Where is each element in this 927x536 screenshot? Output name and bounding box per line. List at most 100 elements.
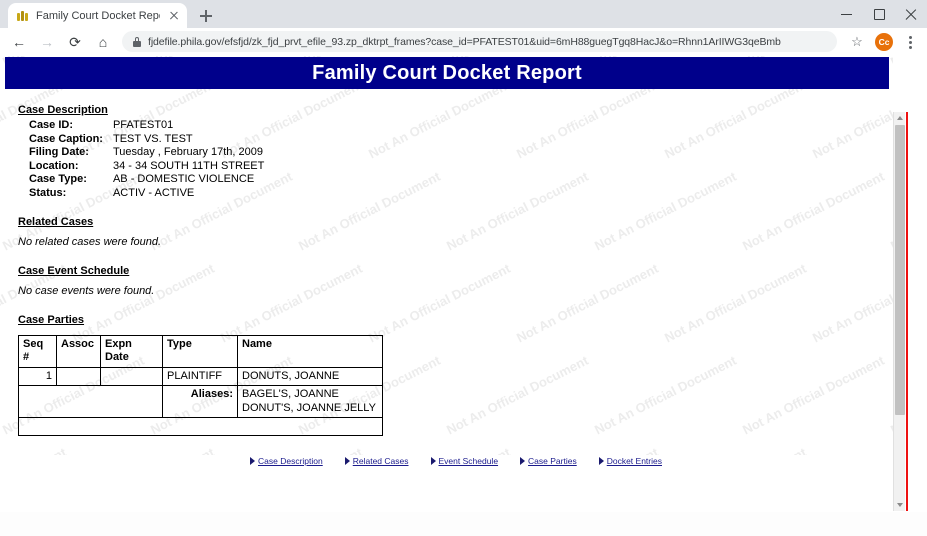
case-description-value: ACTIV - ACTIVE xyxy=(112,186,195,199)
scrollbar-thumb[interactable] xyxy=(895,125,905,415)
table-row-blank xyxy=(18,417,383,437)
browser-tab-active[interactable]: Family Court Docket Report - No xyxy=(8,3,187,28)
footer-link-docket-entries[interactable]: Docket Entries xyxy=(598,456,662,466)
case-parties-heading: Case Parties xyxy=(18,314,85,326)
alias-item: BAGEL'S, JOANNE xyxy=(242,388,339,401)
column-header: Expn Date xyxy=(100,335,163,368)
footer-link-event-schedule[interactable]: Event Schedule xyxy=(430,456,499,466)
case-description-row: Case Caption: TEST VS. TEST xyxy=(29,133,264,147)
tab-strip-left-padding xyxy=(0,0,8,28)
report-banner: Family Court Docket Report xyxy=(5,57,889,89)
case-description-label: Status: xyxy=(29,186,67,199)
case-description-value: TEST VS. TEST xyxy=(112,132,193,145)
triangle-bullet-icon xyxy=(598,457,604,465)
case-description-label: Case ID: xyxy=(29,119,74,131)
desktop-background-inner xyxy=(0,512,927,536)
lock-icon xyxy=(133,36,141,47)
related-cases-heading: Related Cases xyxy=(18,216,94,228)
triangle-bullet-icon xyxy=(520,457,526,465)
footer-link-label[interactable]: Case Description xyxy=(258,456,323,466)
case-parties-table: Seq # Assoc Expn Date Type Name 1 PLAINTIFF DO… xyxy=(18,335,383,437)
address-bar[interactable]: fjdefile.phila.gov/efsfjd/zk_fjd_prvt_ef… xyxy=(122,31,837,52)
related-cases-section: Related Cases No related cases were foun… xyxy=(18,216,878,248)
related-cases-empty-message: No related cases were found. xyxy=(18,236,162,248)
table-header-row: Seq # Assoc Expn Date Type Name xyxy=(18,335,383,368)
viewport-right-filler xyxy=(908,112,927,511)
footer-link-case-parties[interactable]: Case Parties xyxy=(520,456,577,466)
page-content: Family Court Docket Report Case Descript… xyxy=(0,56,893,455)
case-description-row: Location: 34 - 34 SOUTH 11TH STREET xyxy=(29,160,264,174)
avatar[interactable]: Cc xyxy=(875,32,893,51)
document-body: Case Description Case ID: PFATEST01 Case C… xyxy=(18,104,878,437)
cell-assoc xyxy=(56,366,101,387)
case-parties-section: Case Parties Seq # Assoc Expn Date Type Name… xyxy=(18,314,878,437)
aliases-spacer-cell xyxy=(18,385,163,419)
recording-border xyxy=(906,112,908,511)
footer-link-label[interactable]: Docket Entries xyxy=(607,456,662,466)
case-description-section: Case Description Case ID: PFATEST01 Case C… xyxy=(18,104,878,200)
scroll-up-arrow-icon[interactable] xyxy=(894,112,906,124)
case-description-value: Tuesday , February 17th, 2009 xyxy=(112,146,263,158)
aliases-values: BAGEL'S, JOANNE DONUT'S, JOANNE JELLY xyxy=(237,385,383,419)
maximize-icon[interactable] xyxy=(863,0,895,28)
case-description-label: Case Caption: xyxy=(29,132,103,145)
case-description-label: Location: xyxy=(29,159,79,172)
case-description-row: Filing Date: Tuesday , February 17th, 200… xyxy=(29,146,264,160)
desktop-background xyxy=(0,512,927,536)
case-event-schedule-heading: Case Event Schedule xyxy=(18,265,130,277)
cell-type: PLAINTIFF xyxy=(162,366,238,387)
minimize-icon[interactable] xyxy=(831,0,863,28)
docket-report-page: Not An Official DocumentNot An Official … xyxy=(0,56,893,455)
footer-link-related-cases[interactable]: Related Cases xyxy=(344,456,409,466)
case-description-label: Filing Date: xyxy=(29,146,89,158)
aliases-label: Aliases: xyxy=(162,385,238,419)
window-close-icon[interactable] xyxy=(895,0,927,28)
column-header: Seq # xyxy=(18,335,57,368)
tab-strip: Family Court Docket Report - No xyxy=(0,0,927,28)
cell-name: DONUTS, JOANNE xyxy=(237,366,383,387)
bookmark-star-icon[interactable]: ☆ xyxy=(845,30,869,54)
case-description-table: Case ID: PFATEST01 Case Caption: TEST VS. T… xyxy=(29,119,264,200)
reload-icon: ⟳ xyxy=(69,33,81,50)
case-description-row: Status: ACTIV - ACTIVE xyxy=(29,187,264,201)
case-description-row: Case Type: AB - DOMESTIC VIOLENCE xyxy=(29,173,264,187)
vertical-scrollbar[interactable] xyxy=(893,112,905,511)
page-viewport: Not An Official DocumentNot An Official … xyxy=(0,56,927,512)
page-title: Family Court Docket Report xyxy=(312,61,582,84)
home-icon: ⌂ xyxy=(98,33,108,50)
alias-item: DONUT'S, JOANNE JELLY xyxy=(242,401,376,414)
tab-title: Family Court Docket Report - No xyxy=(36,9,160,22)
cell-expn-date xyxy=(100,366,163,387)
back-button[interactable]: ← xyxy=(6,29,32,55)
triangle-bullet-icon xyxy=(250,457,255,465)
url-text: fjdefile.phila.gov/efsfjd/zk_fjd_prvt_ef… xyxy=(148,35,781,48)
browser-window: Family Court Docket Report - No ← → ⟳ ⌂ … xyxy=(0,0,927,512)
reload-button[interactable]: ⟳ xyxy=(62,29,88,55)
close-icon[interactable] xyxy=(167,9,181,23)
scroll-down-arrow-icon[interactable] xyxy=(894,499,906,511)
forward-button[interactable]: → xyxy=(34,29,60,55)
case-event-schedule-empty-message: No case events were found. xyxy=(18,285,155,297)
footer-link-label[interactable]: Event Schedule xyxy=(439,456,499,466)
footer-link-case-description[interactable]: Case Description xyxy=(250,456,323,466)
case-event-schedule-section: Case Event Schedule No case events were … xyxy=(18,265,878,297)
triangle-bullet-icon xyxy=(344,457,350,465)
court-crest-favicon xyxy=(17,10,29,22)
browser-toolbar: ← → ⟳ ⌂ fjdefile.phila.gov/efsfjd/zk_fjd… xyxy=(0,28,927,56)
column-header: Name xyxy=(237,335,383,368)
cell-seq: 1 xyxy=(18,366,57,387)
viewport-bottom-filler xyxy=(0,511,927,512)
new-tab-button[interactable] xyxy=(192,3,220,28)
case-description-value: AB - DOMESTIC VIOLENCE xyxy=(112,173,255,185)
column-header: Type xyxy=(162,335,238,368)
footer-link-label[interactable]: Case Parties xyxy=(528,456,577,466)
home-button[interactable]: ⌂ xyxy=(90,29,116,55)
case-description-value: 34 - 34 SOUTH 11TH STREET xyxy=(112,159,265,172)
table-row: 1 PLAINTIFF DONUTS, JOANNE xyxy=(18,366,383,387)
kebab-menu-icon[interactable] xyxy=(899,30,921,54)
aliases-row: Aliases: BAGEL'S, JOANNE DONUT'S, JOANNE J… xyxy=(18,385,383,419)
footer-link-label[interactable]: Related Cases xyxy=(353,456,409,466)
blank-cell xyxy=(18,417,383,437)
triangle-bullet-icon xyxy=(430,457,436,465)
column-header: Assoc xyxy=(56,335,101,368)
